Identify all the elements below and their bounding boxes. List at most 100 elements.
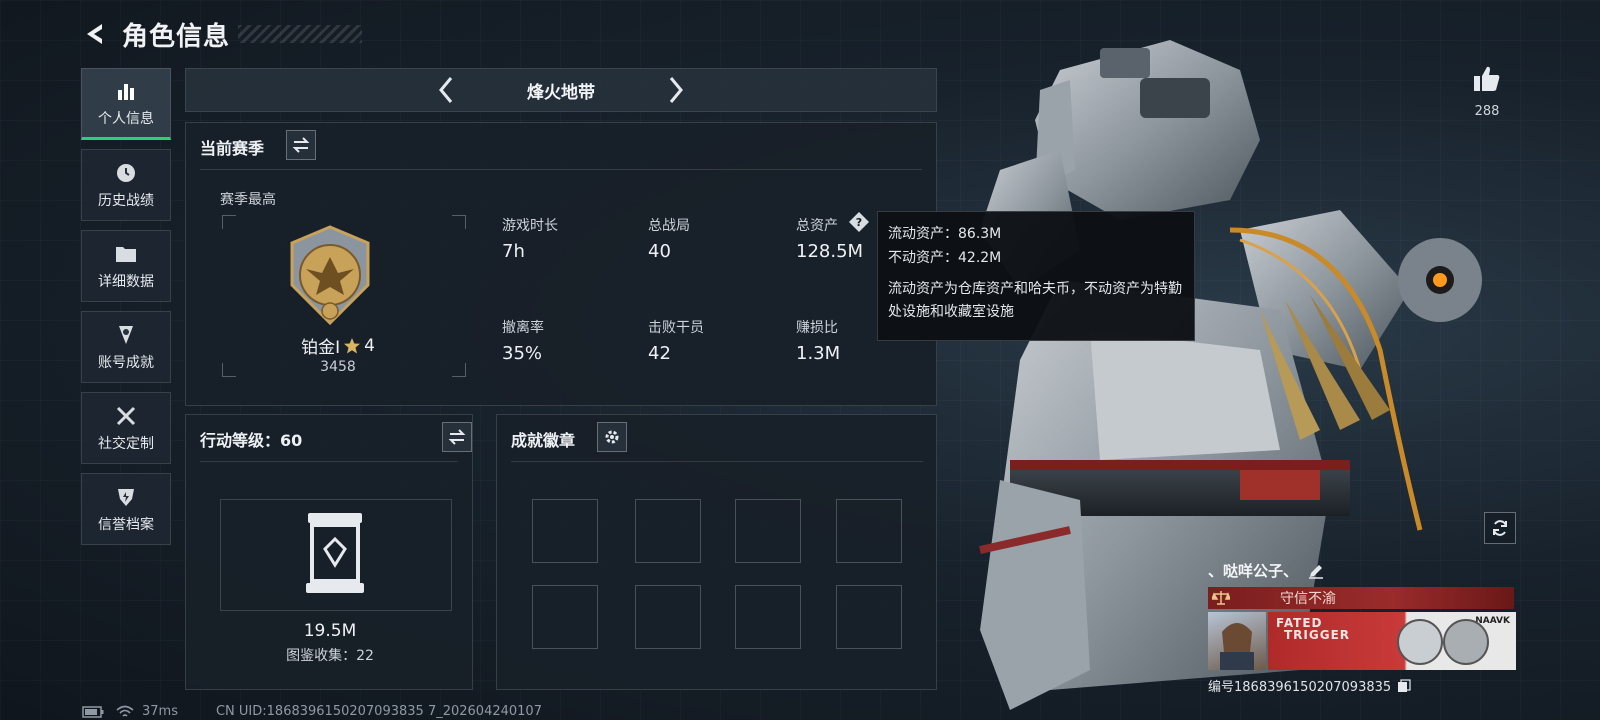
- badge-slot[interactable]: [635, 499, 701, 563]
- sidebar: 个人信息 历史战绩 详细数据 账号成就 社交定制 信誉档案: [81, 68, 173, 554]
- sidebar-item-label: 个人信息: [98, 111, 154, 127]
- season-title: 当前赛季: [200, 139, 265, 158]
- tools-icon: [113, 403, 139, 429]
- stat-value-total-assets: 128.5M: [796, 241, 864, 262]
- banner-text-2: TRIGGER: [1284, 628, 1351, 642]
- season-divider: [200, 169, 922, 170]
- refresh-button[interactable]: [1484, 512, 1516, 544]
- rank-emblem: [282, 223, 378, 327]
- badge-slot[interactable]: [635, 585, 701, 649]
- avatar: [1208, 612, 1266, 670]
- clock-icon: [113, 160, 139, 186]
- next-mode-button[interactable]: [656, 70, 696, 110]
- badge-slot[interactable]: [735, 499, 801, 563]
- chevron-right-icon: [669, 77, 683, 103]
- frame-corner: [452, 363, 466, 377]
- back-arrow-icon: [87, 24, 102, 44]
- badge-slot[interactable]: [735, 585, 801, 649]
- season-best-label: 赛季最高: [220, 192, 276, 208]
- honor-title: 守信不渝: [1280, 591, 1336, 607]
- rank-stars: 4: [364, 335, 375, 356]
- stat-value-kills: 42: [648, 343, 671, 364]
- battery-icon: [82, 705, 104, 718]
- stat-value-extract-rate: 35%: [502, 343, 543, 364]
- shield-icon: [113, 484, 139, 510]
- sidebar-item-history[interactable]: 历史战绩: [81, 149, 171, 221]
- footer-uid: CN UID:1868396150207093835 7_20260424010…: [215, 704, 542, 719]
- folder-icon: [113, 241, 139, 267]
- collection-value: 19.5M: [303, 621, 357, 641]
- action-level-title: 行动等级：60: [200, 431, 303, 450]
- sidebar-item-label: 历史战绩: [98, 193, 154, 209]
- frame-corner: [222, 363, 236, 377]
- ping-value: 37ms: [142, 704, 178, 719]
- bar-chart-icon: [113, 78, 139, 104]
- wifi-icon: [116, 705, 134, 717]
- status-footer: 37ms CN UID:1868396150207093835 7_202604…: [82, 704, 542, 719]
- assets-tooltip: 流动资产：86.3M 不动资产：42.2M 流动资产为仓库资产和哈夫币，不动资产…: [877, 211, 1195, 341]
- sidebar-item-credit[interactable]: 信誉档案: [81, 473, 171, 545]
- badge-slot[interactable]: [532, 499, 598, 563]
- rank-row: 铂金I 4: [278, 333, 398, 359]
- stat-value-playtime: 7h: [502, 241, 525, 262]
- header: 角色信息: [80, 14, 363, 54]
- like-count: 288: [1474, 104, 1500, 119]
- stat-label-total-assets: 总资产: [796, 218, 838, 234]
- player-banner[interactable]: FATED TRIGGER NAAVK: [1208, 612, 1516, 670]
- player-card: 、哒咩公子、 守信不渝 FATED TRIGGER NAAVK 编号186839…: [1208, 560, 1516, 695]
- uid-line: 编号1868396150207093835: [1208, 676, 1516, 695]
- action-level-panel: 行动等级：60 19.5M 图鉴收集：22: [185, 414, 473, 690]
- season-panel: 当前赛季 赛季最高 铂金I 4 3458 游戏时长 7h 总战局 40 总资产 …: [185, 122, 937, 406]
- sidebar-item-social[interactable]: 社交定制: [81, 392, 171, 464]
- banner-portraits: [1397, 619, 1489, 665]
- mode-name: 烽火地带: [527, 82, 595, 103]
- page-title: 角色信息: [122, 21, 231, 52]
- achievements-divider: [511, 461, 923, 462]
- badge-slot[interactable]: [836, 499, 902, 563]
- player-name: 、哒咩公子、: [1208, 562, 1299, 580]
- frame-corner: [452, 215, 466, 229]
- stat-label-playtime: 游戏时长: [502, 218, 558, 234]
- rank-score: 3458: [320, 359, 356, 375]
- season-switch-button[interactable]: [286, 130, 316, 160]
- sidebar-item-label: 详细数据: [98, 274, 154, 290]
- edit-name-icon[interactable]: [1308, 563, 1324, 579]
- star-icon: [344, 337, 361, 353]
- like-widget[interactable]: 288: [1462, 64, 1512, 119]
- badge-slot[interactable]: [836, 585, 902, 649]
- sidebar-item-achievements[interactable]: 账号成就: [81, 311, 171, 383]
- thumbs-up-icon: [1474, 66, 1500, 91]
- banner-card: FATED TRIGGER NAAVK: [1268, 612, 1516, 670]
- mode-selector: 烽火地带: [185, 68, 937, 112]
- badge-slot[interactable]: [532, 585, 598, 649]
- chevron-left-icon: [439, 77, 453, 103]
- trophy-icon: [113, 322, 139, 348]
- honor-bar[interactable]: 守信不渝: [1208, 587, 1514, 609]
- tooltip-liquid-assets: 流动资产：86.3M: [888, 226, 1002, 242]
- sidebar-item-label: 信誉档案: [98, 517, 154, 533]
- sidebar-item-personal-info[interactable]: 个人信息: [81, 68, 171, 140]
- tooltip-description: 流动资产为仓库资产和哈夫币，不动资产为特勤处设施和收藏室设施: [888, 281, 1182, 320]
- copy-icon[interactable]: [1397, 678, 1411, 693]
- stat-value-profit-ratio: 1.3M: [796, 343, 841, 364]
- action-level-switch-button[interactable]: [442, 422, 472, 452]
- title-decoration: [238, 25, 363, 43]
- svg-text:?: ?: [856, 216, 862, 229]
- tooltip-fixed-assets: 不动资产：42.2M: [888, 250, 1002, 266]
- player-name-row: 、哒咩公子、: [1208, 560, 1516, 581]
- gear-icon: [605, 430, 619, 444]
- sidebar-item-details[interactable]: 详细数据: [81, 230, 171, 302]
- achievements-settings-button[interactable]: [597, 422, 627, 452]
- action-level-divider: [200, 461, 458, 462]
- collection-cabinet-icon: [304, 511, 366, 595]
- swap-icon: [448, 429, 466, 445]
- collection-count: 图鉴收集：22: [286, 648, 374, 664]
- sidebar-item-label: 账号成就: [98, 355, 154, 371]
- back-button[interactable]: [80, 19, 110, 49]
- stat-label-kills: 击败干员: [648, 320, 704, 336]
- help-icon[interactable]: ?: [848, 211, 870, 233]
- achievements-title: 成就徽章: [511, 431, 576, 450]
- rank-name: 铂金I: [301, 338, 341, 358]
- prev-mode-button[interactable]: [426, 70, 466, 110]
- frame-corner: [222, 215, 236, 229]
